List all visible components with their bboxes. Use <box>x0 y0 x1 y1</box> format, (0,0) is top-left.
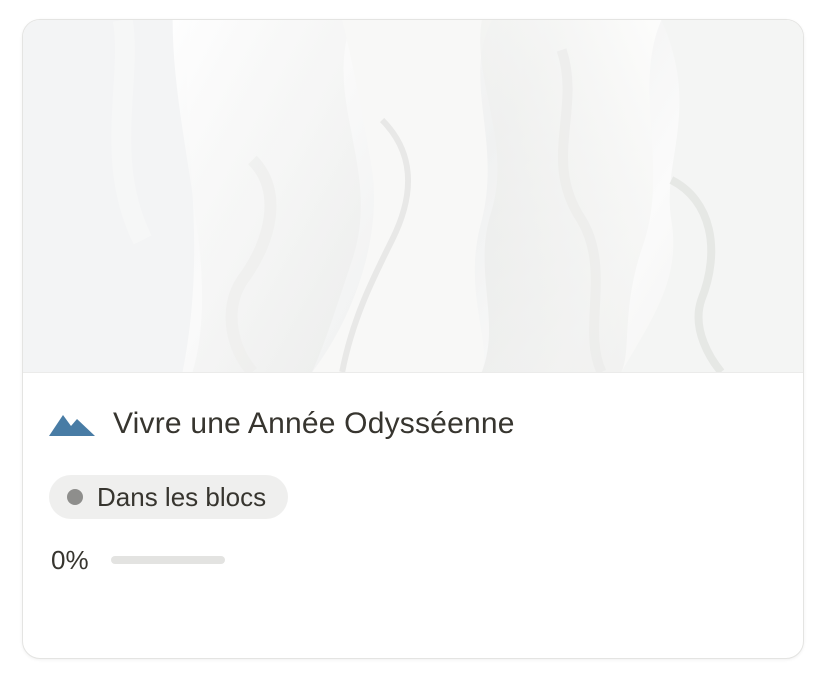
progress-bar <box>110 556 225 564</box>
fabric-texture <box>23 20 803 372</box>
cover-image <box>23 20 803 373</box>
status-badge[interactable]: Dans les blocs <box>49 475 289 519</box>
mountains-icon <box>49 412 97 436</box>
progress-row: 0% <box>51 542 225 578</box>
card-title: Vivre une Année Odysséenne <box>113 407 515 440</box>
project-card[interactable]: Vivre une Année Odysséenne Dans les bloc… <box>22 19 804 659</box>
card-title-row[interactable]: Vivre une Année Odysséenne <box>49 404 515 444</box>
status-label: Dans les blocs <box>97 481 267 512</box>
status-dot-icon <box>67 489 83 505</box>
progress-percent: 0% <box>51 544 89 575</box>
